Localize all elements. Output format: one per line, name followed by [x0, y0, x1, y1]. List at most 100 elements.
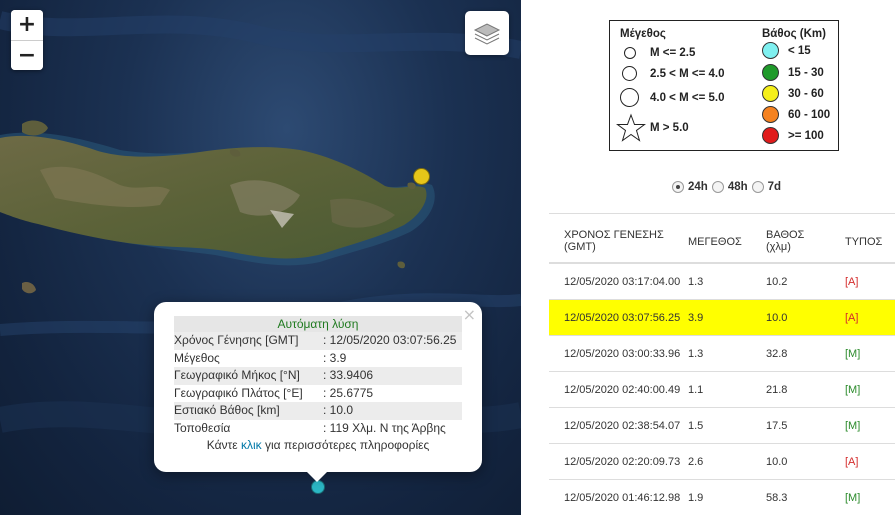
- radio-7d[interactable]: [751, 181, 764, 193]
- period-selector: 24h 48h 7d: [672, 181, 785, 193]
- cell-depth: 17.5: [766, 419, 788, 432]
- cell-type[interactable]: [A]: [831, 276, 895, 288]
- circle-large-icon: [620, 88, 639, 107]
- zoom-in-button[interactable]: +: [11, 10, 43, 40]
- radio-48h[interactable]: [711, 181, 724, 193]
- earthquake-popup: × Αυτόματη λύση Χρόνος Γένησης [GMT] : 12…: [154, 302, 482, 482]
- cell-type[interactable]: [M]: [831, 348, 895, 360]
- cell-time: 12/05/2020 02:40:00.49: [564, 383, 681, 396]
- period-label: 48h: [727, 181, 748, 193]
- popup-row: Εστιακό Βάθος [km]: 10.0: [174, 402, 462, 420]
- layers-icon: [473, 23, 501, 45]
- popup-row-label: Χρόνος Γένησης [GMT]: [174, 333, 299, 347]
- earthquake-marker-cyan[interactable]: [311, 480, 325, 494]
- table-row[interactable]: 12/05/2020 02:38:54.07 1.5 17.5 [M]: [549, 408, 895, 444]
- popup-more-info: Κάντε κλικ για περισσότερες πληροφορίες: [206, 438, 430, 452]
- cell-depth: 21.8: [766, 383, 788, 396]
- col-type-header: ΤΥΠΟΣ: [845, 236, 883, 248]
- legend-depth-item: 30 - 60: [762, 85, 824, 102]
- popup-row-label: Εστιακό Βάθος [km]: [174, 403, 280, 417]
- legend-depth-item: 60 - 100: [762, 106, 830, 123]
- legend-mag-item: 4.0 < M <= 5.0: [620, 88, 724, 107]
- circle-small-icon: [624, 47, 636, 59]
- popup-row-label: Μέγεθος: [174, 350, 220, 365]
- popup-row: Χρόνος Γένησης [GMT] : 12/05/2020 03:07:5…: [174, 332, 462, 350]
- radio-24h[interactable]: [672, 181, 684, 193]
- depth-swatch-icon: [762, 85, 779, 102]
- cell-magnitude: 3.9: [688, 311, 704, 324]
- legend: Μέγεθος Βάθος (Km) M <= 2.5 2.5 < M <= 4…: [609, 20, 839, 151]
- cell-magnitude: 1.1: [688, 383, 704, 396]
- popup-row: Γεωγραφικό Πλάτος [°E] : 25.6775: [174, 385, 462, 403]
- cell-time: 12/05/2020 03:00:33.96: [564, 347, 681, 360]
- table-row[interactable]: 12/05/2020 02:40:00.49 1.1 21.8 [M]: [549, 372, 895, 408]
- table-row[interactable]: 12/05/2020 03:00:33.96 1.3 32.8 [M]: [549, 336, 895, 372]
- cell-magnitude: 1.3: [688, 347, 704, 360]
- popup-row: Μέγεθος : 3.9: [174, 350, 462, 368]
- legend-mag-item: M > 5.0: [616, 113, 689, 143]
- depth-swatch-icon: [762, 64, 779, 81]
- depth-swatch-icon: [762, 127, 779, 144]
- col-magnitude-header: ΜΕΓΕΘΟΣ: [688, 236, 742, 248]
- depth-swatch-icon: [762, 106, 779, 123]
- legend-mag-item: M <= 2.5: [624, 47, 695, 59]
- popup-row-value: : 3.9: [323, 350, 347, 365]
- col-depth-header: ΒΑΘΟΣ (χλμ): [766, 229, 805, 253]
- legend-mag-item: 2.5 < M <= 4.0: [622, 66, 724, 81]
- cell-time: 12/05/2020 03:07:56.25: [564, 311, 681, 324]
- popup-row-label: Γεωγραφικό Μήκος [°N]: [174, 368, 300, 382]
- circle-medium-icon: [622, 66, 637, 81]
- cell-magnitude: 2.6: [688, 455, 704, 468]
- cell-time: 12/05/2020 03:17:04.00: [564, 275, 681, 288]
- cell-magnitude: 1.3: [688, 275, 704, 288]
- popup-row-value: : 25.6775: [323, 385, 374, 400]
- table-row[interactable]: 12/05/2020 03:07:56.25 3.9 10.0 [A]: [549, 300, 895, 336]
- popup-row-label: Γεωγραφικό Πλάτος [°E]: [174, 385, 303, 400]
- cell-depth: 10.0: [766, 455, 788, 468]
- popup-close-button[interactable]: ×: [463, 305, 476, 324]
- cell-time: 12/05/2020 01:46:12.98: [564, 491, 681, 504]
- legend-depth-item: 15 - 30: [762, 64, 824, 81]
- popup-title: Αυτόματη λύση: [174, 316, 462, 332]
- popup-row-label: Τοποθεσία: [174, 420, 231, 435]
- cell-magnitude: 1.9: [688, 491, 704, 504]
- cell-type[interactable]: [A]: [831, 312, 895, 324]
- table-header: ΧΡΟΝΟΣ ΓΕΝΕΣΗΣ (GMT) ΜΕΓΕΘΟΣ ΒΑΘΟΣ (χλμ) Τ…: [549, 214, 895, 264]
- popup-more-link[interactable]: κλικ: [241, 438, 262, 452]
- cell-depth: 58.3: [766, 491, 788, 504]
- legend-magnitude-header: Μέγεθος: [620, 28, 666, 40]
- earthquake-panel: Μέγεθος Βάθος (Km) M <= 2.5 2.5 < M <= 4…: [549, 0, 895, 515]
- table-body: 12/05/2020 03:17:04.00 1.3 10.2 [A] 12/05/20…: [549, 264, 895, 515]
- layers-button[interactable]: [465, 11, 509, 55]
- cell-depth: 10.2: [766, 275, 788, 288]
- cell-type[interactable]: [A]: [831, 456, 895, 468]
- table-row[interactable]: 12/05/2020 02:20:09.73 2.6 10.0 [A]: [549, 444, 895, 480]
- cell-depth: 32.8: [766, 347, 788, 360]
- depth-swatch-icon: [762, 42, 779, 59]
- popup-row: Γεωγραφικό Μήκος [°N]: 33.9406: [174, 367, 462, 385]
- period-label: 24h: [688, 181, 708, 193]
- cell-time: 12/05/2020 02:38:54.07: [564, 419, 681, 432]
- table-row[interactable]: 12/05/2020 01:46:12.98 1.9 58.3 [M]: [549, 480, 895, 515]
- popup-tip: [306, 471, 328, 482]
- legend-depth-item: < 15: [762, 42, 811, 59]
- cell-time: 12/05/2020 02:20:09.73: [564, 455, 681, 468]
- zoom-out-button[interactable]: −: [11, 40, 43, 70]
- cell-magnitude: 1.5: [688, 419, 704, 432]
- zoom-control: + −: [11, 10, 43, 70]
- cell-type[interactable]: [M]: [831, 384, 895, 396]
- col-time-header: ΧΡΟΝΟΣ ΓΕΝΕΣΗΣ (GMT): [564, 229, 664, 253]
- popup-row-value: : 12/05/2020 03:07:56.25: [323, 333, 457, 347]
- table-row[interactable]: 12/05/2020 03:17:04.00 1.3 10.2 [A]: [549, 264, 895, 300]
- map-view[interactable]: + − × Αυτόματη λύση Χρόνος Γένησης [GMT]…: [0, 0, 521, 515]
- cell-type[interactable]: [M]: [831, 420, 895, 432]
- earthquake-table: ΧΡΟΝΟΣ ΓΕΝΕΣΗΣ (GMT) ΜΕΓΕΘΟΣ ΒΑΘΟΣ (χλμ) Τ…: [549, 213, 895, 515]
- cell-type[interactable]: [M]: [831, 492, 895, 504]
- popup-row: Τοποθεσία : 119 Χλμ. Ν της Άρβης: [174, 420, 462, 438]
- earthquake-marker-yellow[interactable]: [413, 168, 430, 185]
- cell-depth: 10.0: [766, 311, 788, 324]
- period-label: 7d: [767, 181, 782, 193]
- legend-depth-item: >= 100: [762, 127, 824, 144]
- popup-row-value: : 119 Χλμ. Ν της Άρβης: [323, 420, 446, 435]
- star-icon: [616, 113, 646, 142]
